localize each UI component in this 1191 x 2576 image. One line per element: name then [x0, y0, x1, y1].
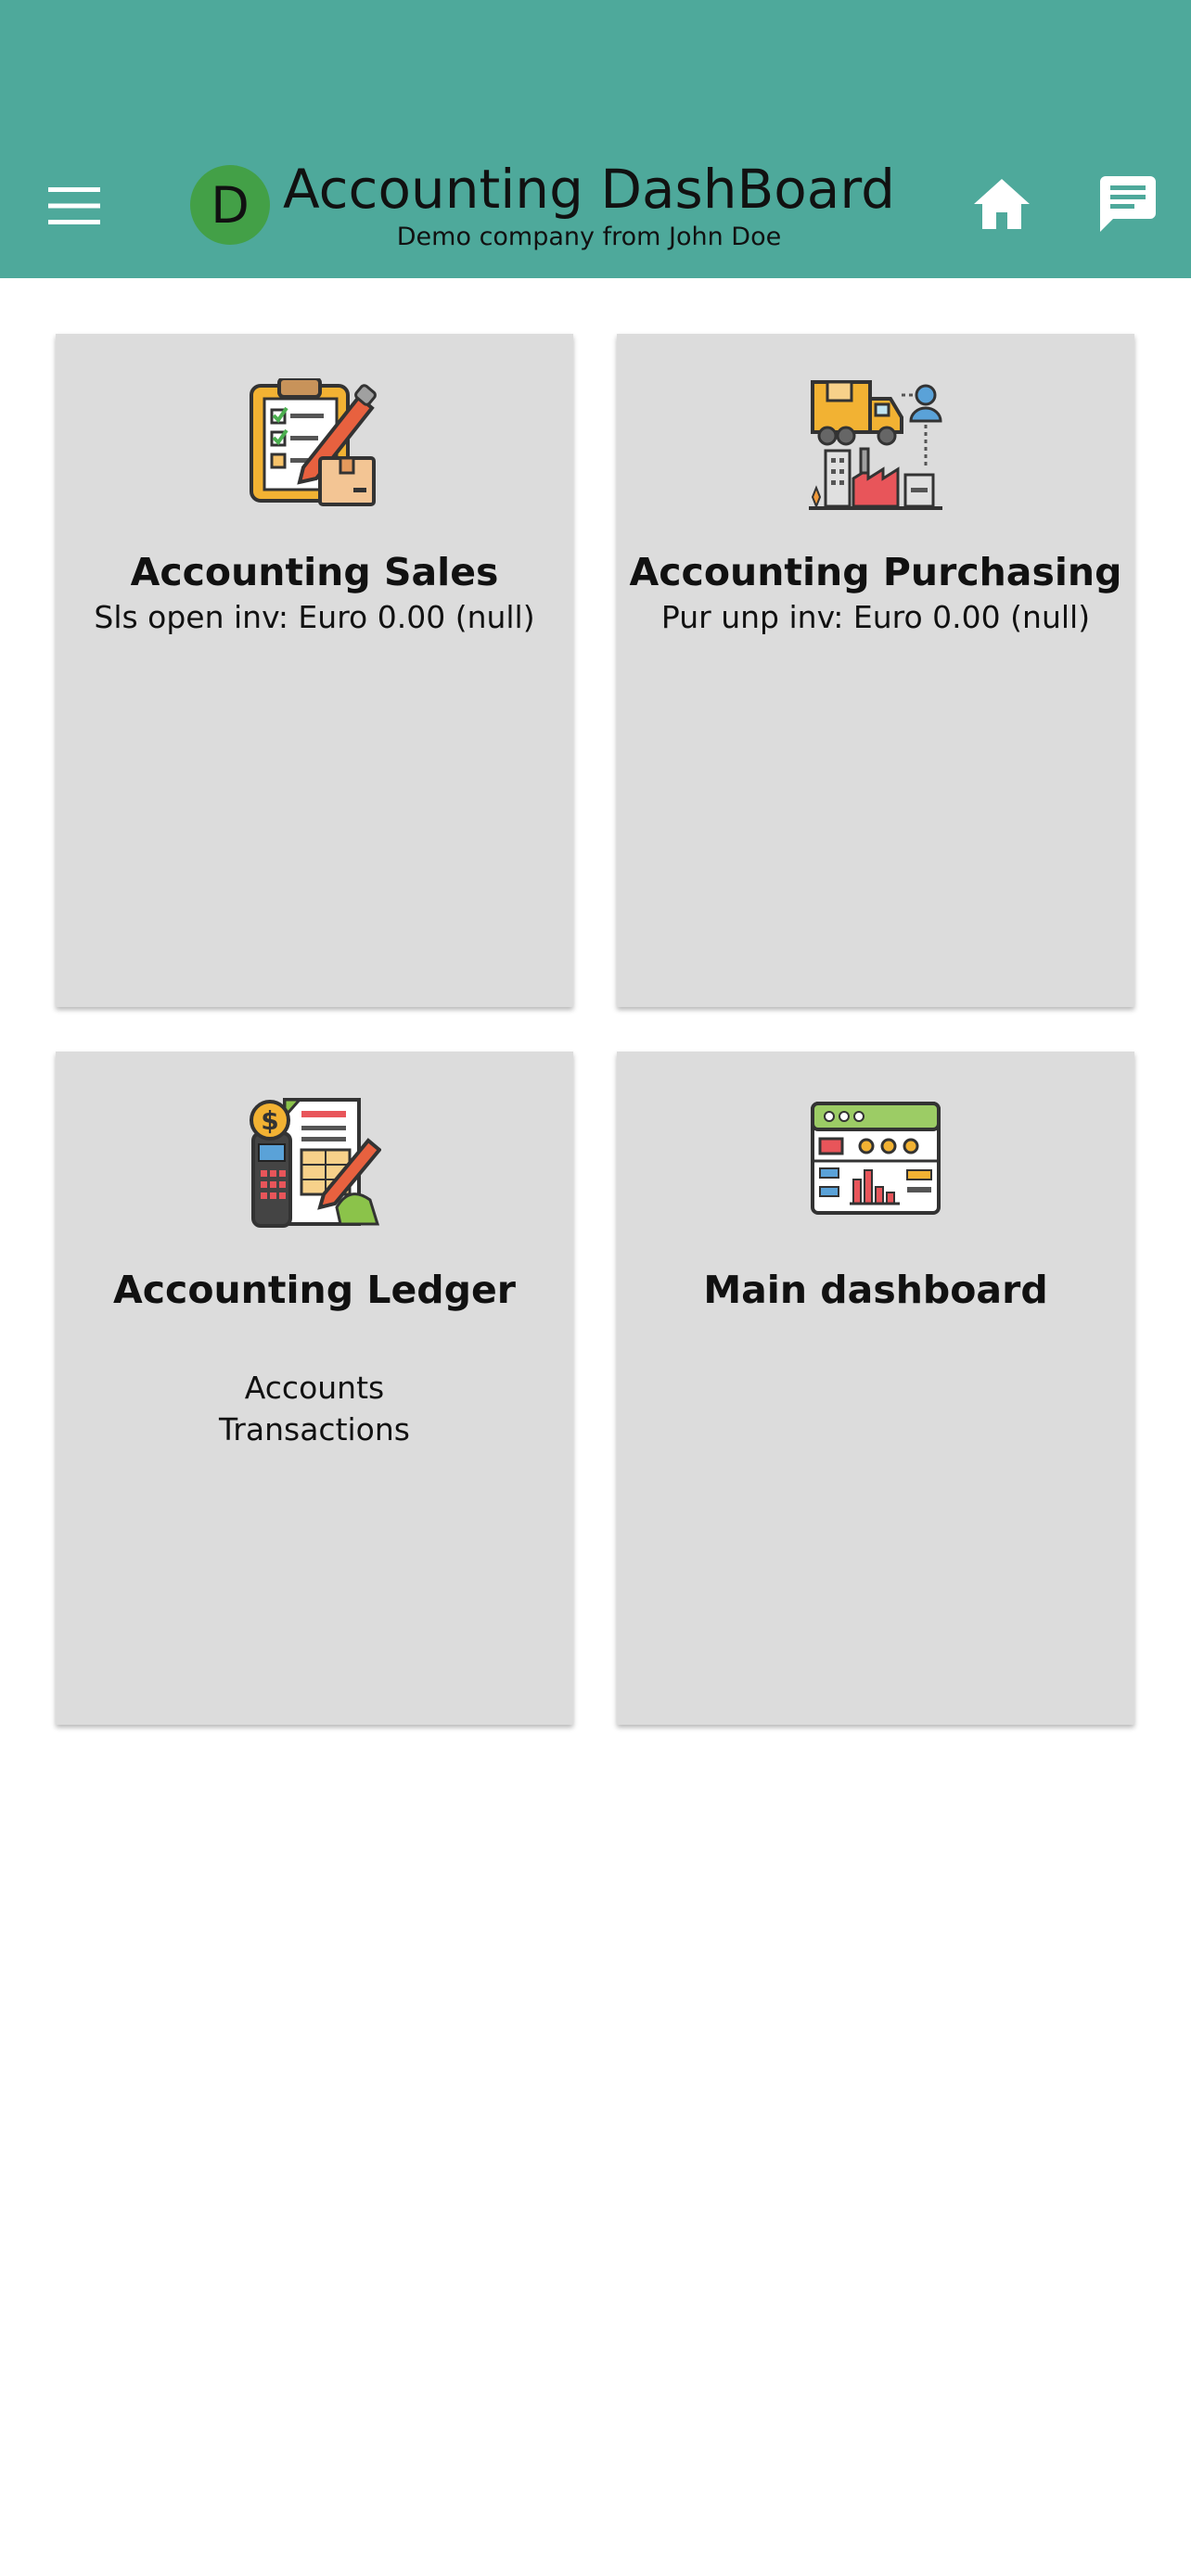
page-title: Accounting DashBoard [283, 158, 895, 221]
card-title: Main dashboard [703, 1268, 1048, 1312]
chat-button[interactable] [1091, 165, 1165, 243]
open-invoices-summary: Sls open inv: Euro 0.00 (null) [94, 599, 535, 635]
chat-icon [1100, 176, 1156, 232]
card-accounting-sales[interactable]: Accounting Sales Sls open inv: Euro 0.00… [56, 334, 573, 1007]
delivery-truck-factory-icon [809, 380, 942, 510]
title-block: Accounting DashBoard Demo company from J… [278, 158, 900, 254]
menu-button[interactable] [35, 167, 113, 245]
company-avatar[interactable]: D [190, 165, 270, 245]
unpaid-invoices-summary: Pur unp inv: Euro 0.00 (null) [660, 599, 1091, 635]
svg-text:$: $ [261, 1105, 278, 1136]
company-subtitle: Demo company from John Doe [396, 223, 782, 251]
card-title: Accounting Purchasing [629, 550, 1122, 594]
card-main-dashboard[interactable]: Main dashboard [617, 1052, 1134, 1725]
avatar-letter: D [211, 175, 250, 235]
menu-icon [48, 187, 100, 224]
accounts-link[interactable]: Accounts [56, 1367, 573, 1409]
home-button[interactable] [965, 165, 1039, 243]
card-accounting-ledger[interactable]: $ Accounting Ledger Accounts Transaction… [56, 1052, 573, 1725]
ledger-links: Accounts Transactions [56, 1367, 573, 1450]
ledger-calculator-icon: $ [250, 1098, 381, 1228]
card-title: Accounting Ledger [112, 1268, 516, 1312]
card-title: Accounting Sales [130, 550, 499, 594]
app-bar: D Accounting DashBoard Demo company from… [0, 0, 1191, 278]
dashboard-browser-icon [811, 1102, 941, 1215]
card-accounting-purchasing[interactable]: Accounting Purchasing Pur unp inv: Euro … [617, 334, 1134, 1007]
home-icon [974, 179, 1030, 229]
transactions-link[interactable]: Transactions [56, 1409, 573, 1450]
clipboard-checklist-icon [250, 378, 377, 506]
